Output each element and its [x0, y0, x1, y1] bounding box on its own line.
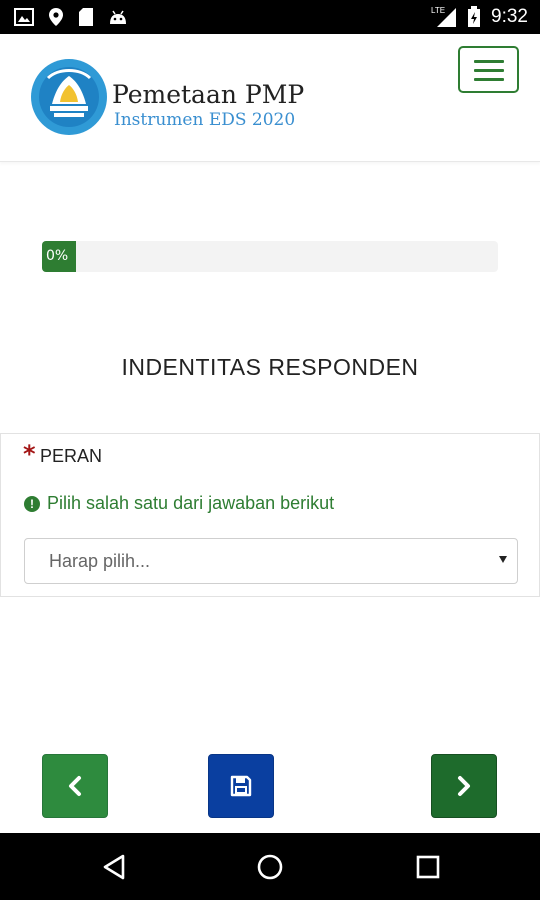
android-icon [110, 10, 126, 24]
floppy-disk-icon [230, 775, 252, 797]
square-recents-icon[interactable] [416, 855, 440, 879]
chevron-right-icon [458, 776, 470, 796]
exclamation-circle-icon: ! [24, 495, 40, 512]
triangle-back-icon[interactable] [101, 853, 127, 881]
caret-down-icon [499, 556, 507, 563]
app-header: Pemetaan PMP Instrumen EDS 2020 [0, 34, 540, 162]
status-bar: LTE 9:32 [0, 0, 540, 34]
save-button[interactable] [208, 754, 274, 818]
hint-text: Pilih salah satu dari jawaban berikut [47, 493, 335, 513]
menu-button[interactable] [458, 46, 519, 93]
previous-button[interactable] [42, 754, 108, 818]
app-title: Pemetaan PMP [112, 80, 305, 109]
image-icon [14, 8, 34, 26]
section-title: INDENTITAS RESPONDEN [121, 354, 419, 380]
tut-wuri-handayani-logo [31, 59, 107, 135]
question-card: * PERAN ! Pilih salah satu dari jawaban … [0, 433, 540, 597]
question-hint: ! Pilih salah satu dari jawaban berikut [24, 493, 334, 514]
progress-fill: 0% [42, 241, 76, 272]
chevron-left-icon [69, 776, 81, 796]
android-nav-bar [0, 833, 540, 900]
question-label: PERAN [40, 446, 103, 466]
circle-home-icon[interactable] [256, 853, 284, 881]
role-select[interactable]: Harap pilih... [24, 538, 518, 584]
status-time: 9:32 [491, 6, 528, 27]
required-mark: * [23, 440, 36, 468]
progress-bar: 0% [42, 241, 498, 272]
location-pin-icon [49, 8, 63, 26]
select-placeholder: Harap pilih... [49, 551, 151, 571]
app-subtitle: Instrumen EDS 2020 [114, 110, 296, 130]
battery-icon [468, 6, 481, 27]
next-button[interactable] [431, 754, 497, 818]
sd-card-icon [79, 8, 93, 26]
signal-icon [437, 8, 457, 27]
